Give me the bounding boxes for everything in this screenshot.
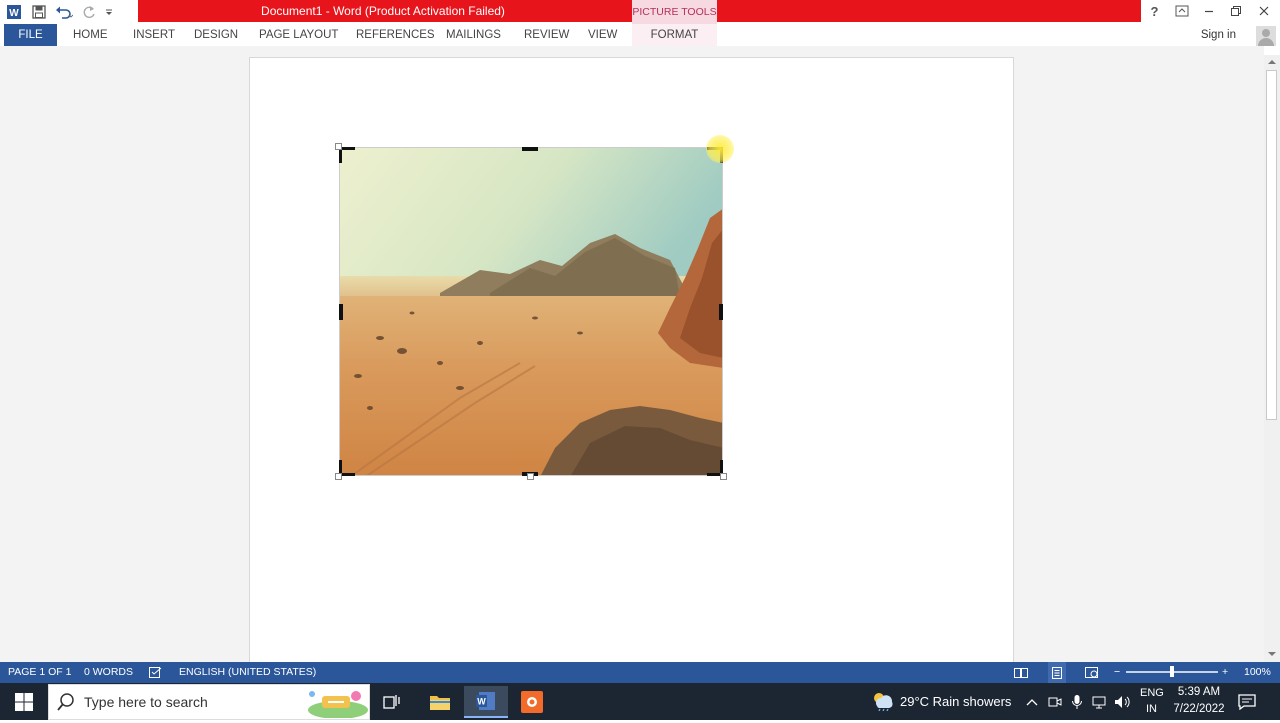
notification-center-icon[interactable] (1238, 683, 1256, 720)
input-language[interactable]: ENG (1140, 687, 1164, 699)
search-icon (56, 692, 76, 717)
tray-chevron-icon[interactable] (1026, 683, 1038, 720)
tab-design[interactable]: DESIGN (194, 24, 238, 46)
scrollbar-thumb[interactable] (1266, 70, 1277, 420)
crop-handle-right[interactable] (719, 304, 723, 320)
sizing-handle-top-left[interactable] (335, 143, 342, 150)
search-placeholder: Type here to search (84, 694, 208, 710)
window-title: Document1 - Word (Product Activation Fai… (261, 4, 505, 18)
save-icon[interactable] (28, 1, 50, 23)
file-explorer-icon[interactable] (418, 686, 462, 718)
word-app-icon[interactable]: W (3, 1, 25, 23)
tab-page-layout[interactable]: PAGE LAYOUT (259, 24, 338, 46)
taskbar-word-icon[interactable]: W (464, 686, 508, 718)
page-count[interactable]: PAGE 1 OF 1 (8, 662, 71, 683)
zoom-slider-thumb[interactable] (1170, 666, 1174, 677)
sign-in-link[interactable]: Sign in (1201, 24, 1236, 46)
desert-landscape-image (340, 148, 722, 475)
proofing-icon[interactable] (149, 662, 163, 683)
volume-icon[interactable] (1114, 683, 1132, 720)
weather-text[interactable]: 29°C Rain showers (900, 683, 1011, 720)
restore-icon[interactable] (1222, 0, 1249, 22)
undo-icon[interactable] (53, 1, 75, 23)
tab-format[interactable]: FORMAT (632, 24, 717, 46)
windows-start-icon[interactable] (2, 686, 46, 718)
search-highlight-illustration-icon (298, 686, 368, 719)
zoom-level[interactable]: 100% (1244, 662, 1271, 683)
microphone-icon[interactable] (1071, 683, 1083, 720)
web-layout-icon[interactable] (1085, 662, 1099, 683)
tab-view[interactable]: VIEW (588, 24, 617, 46)
scroll-down-icon[interactable] (1264, 648, 1280, 660)
meet-now-icon[interactable] (1048, 683, 1062, 720)
crop-handle-left[interactable] (339, 304, 343, 320)
tab-insert[interactable]: INSERT (133, 24, 175, 46)
cursor-highlight (706, 135, 734, 163)
language-indicator[interactable]: ENGLISH (UNITED STATES) (179, 662, 316, 683)
tab-mailings[interactable]: MAILINGS (446, 24, 501, 46)
redo-icon[interactable] (78, 1, 100, 23)
desert-picture[interactable] (339, 147, 723, 476)
svg-text:W: W (477, 697, 486, 707)
read-mode-icon[interactable] (1014, 662, 1028, 683)
tab-home[interactable]: HOME (73, 24, 108, 46)
svg-text:W: W (9, 8, 19, 19)
clock-date[interactable]: 7/22/2022 (1170, 703, 1228, 715)
close-icon[interactable] (1250, 0, 1277, 22)
ribbon-display-options-icon[interactable] (1168, 0, 1195, 22)
scroll-up-icon[interactable] (1264, 56, 1280, 68)
network-icon[interactable] (1092, 683, 1108, 720)
weather-rain-icon[interactable] (871, 691, 893, 716)
crop-handle-top[interactable] (522, 147, 538, 151)
input-region[interactable]: IN (1146, 703, 1157, 715)
print-layout-icon[interactable] (1048, 662, 1066, 683)
sizing-handle-bottom[interactable] (527, 473, 534, 480)
tab-review[interactable]: REVIEW (524, 24, 569, 46)
user-avatar-icon[interactable] (1256, 26, 1276, 46)
tab-references[interactable]: REFERENCES (356, 24, 435, 46)
customize-qat-icon[interactable] (103, 1, 115, 23)
taskbar-recorder-icon[interactable] (510, 686, 554, 718)
sizing-handle-bottom-left[interactable] (335, 473, 342, 480)
zoom-in-icon[interactable]: + (1222, 662, 1228, 683)
tab-file[interactable]: FILE (4, 24, 57, 46)
minimize-icon[interactable] (1195, 0, 1222, 22)
task-view-icon[interactable] (370, 686, 414, 718)
word-count[interactable]: 0 WORDS (84, 662, 133, 683)
picture-tools-label: PICTURE TOOLS (632, 0, 717, 24)
sizing-handle-bottom-right[interactable] (720, 473, 727, 480)
clock-time[interactable]: 5:39 AM (1174, 686, 1224, 698)
quick-access-toolbar: W (0, 0, 115, 24)
zoom-out-icon[interactable]: − (1114, 662, 1120, 683)
help-button[interactable]: ? (1141, 0, 1168, 22)
help-label: ? (1150, 3, 1159, 19)
